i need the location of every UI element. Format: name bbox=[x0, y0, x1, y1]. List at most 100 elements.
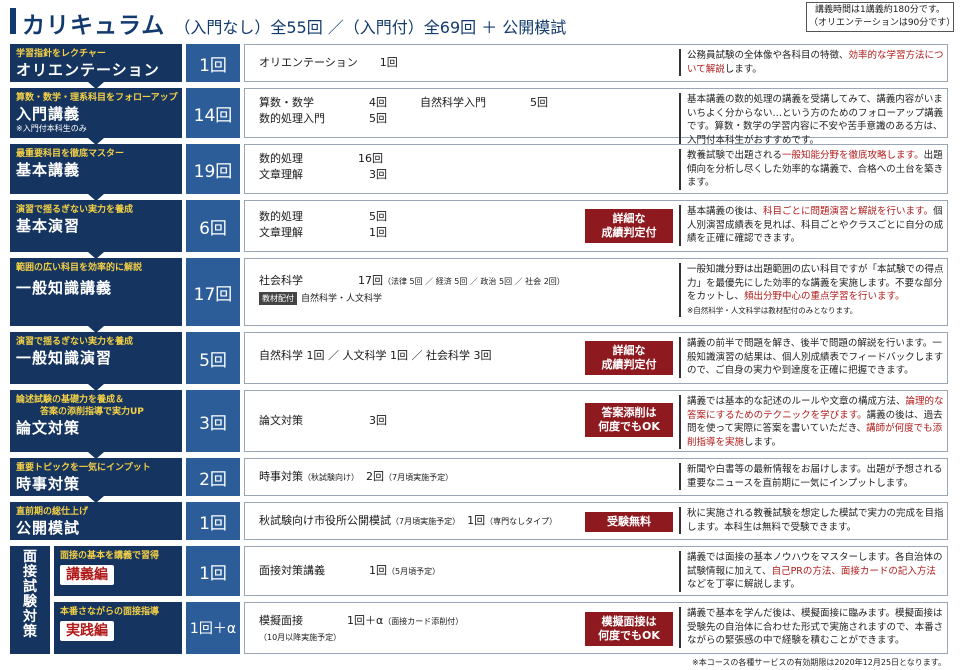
row-main: 基本演習 bbox=[16, 217, 81, 235]
grade-report-badge: 詳細な 成績判定付 bbox=[585, 341, 673, 375]
row-box: オリエンテーション 1回 公務員試験の全体像や各科目の特徴、効率的な学習方法につ… bbox=[244, 44, 948, 82]
hours-line-2: （オリエンテーションは90分です） bbox=[809, 18, 956, 28]
row-sub: 演習で揺るぎない実力を養成 bbox=[16, 205, 134, 215]
row-sub: 本番さながらの面接指導 bbox=[60, 607, 160, 617]
lecture-hours-note: 講義時間は1講義約180分です。 （オリエンテーションは90分です） bbox=[806, 2, 956, 32]
row-pill: 実践編 bbox=[60, 621, 114, 641]
row-box: 社会科学 17回（法律 5回 ／ 経済 5回 ／ 政治 5回 ／ 社会 2回） … bbox=[244, 258, 948, 326]
row-box: 模擬面接 1回＋α（面接カード添削付） （10月以降実施予定） 模擬面接は 何度… bbox=[244, 602, 948, 654]
row-interview-lecture: 面接の基本を講義で習得 講義編 1回 面接対策講義 1回（5月頃予定） 講義では… bbox=[10, 546, 948, 596]
row-box: 秋試験向け市役所公開模試（7月頃実施予定） 1回（専門なしタイプ） 受験無料 秋… bbox=[244, 502, 948, 540]
row-content: 社会科学 17回（法律 5回 ／ 経済 5回 ／ 政治 5回 ／ 社会 2回） … bbox=[259, 274, 565, 305]
row-label: 論述試験の基礎力を養成＆ 答案の添削指導で実力UP 論文対策 bbox=[10, 390, 182, 459]
row-desc: 教養試験で出題される一般知能分野を徹底攻略します。出題傾向を分析し尽くした効率的… bbox=[679, 149, 945, 190]
row-main: オリエンテーション bbox=[16, 61, 160, 79]
row-count: 1回 bbox=[186, 502, 240, 540]
essay-correction-badge: 答案添削は 何度でもOK bbox=[585, 403, 673, 437]
row-count: 6回 bbox=[186, 200, 240, 252]
row-label: 算数・数学・理系科目をフォローアップ 入門講義 ※入門付本科生のみ bbox=[10, 88, 182, 145]
row-interview-practice: 本番さながらの面接指導 実践編 1回＋α 模擬面接 1回＋α（面接カード添削付）… bbox=[10, 602, 948, 654]
row-intro: 算数・数学・理系科目をフォローアップ 入門講義 ※入門付本科生のみ 14回 算数… bbox=[10, 88, 948, 147]
footer-note: ※本コースの各種サービスの有効期限は2020年12月25日となります。 bbox=[692, 658, 946, 667]
row-box: 面接対策講義 1回（5月頃予定） 講義では面接の基本ノウハウをマスターします。各… bbox=[244, 546, 948, 596]
row-content: 模擬面接 1回＋α（面接カード添削付） （10月以降実施予定） bbox=[259, 614, 464, 642]
row-desc: 秋に実施される教養試験を想定した模試で実力の完成を目指します。本科生は無料で受験… bbox=[679, 507, 945, 534]
row-content: 論文対策 3回 bbox=[259, 414, 387, 427]
row-basic-exercise: 演習で揺るぎない実力を養成 基本演習 6回 数的処理 5回 文章理解 1回 詳細な… bbox=[10, 200, 948, 259]
row-desc: 新聞や白書等の最新情報をお届けします。出題が予想される重要なニュースを直前期に一… bbox=[679, 463, 945, 490]
hours-line-1: 講義時間は1講義約180分です。 bbox=[814, 5, 945, 15]
row-sub: 論述試験の基礎力を養成＆ bbox=[16, 395, 125, 405]
row-main: 時事対策 bbox=[16, 475, 81, 493]
row-main: 論文対策 bbox=[16, 419, 81, 437]
row-count: 14回 bbox=[186, 88, 240, 138]
free-exam-badge: 受験無料 bbox=[585, 512, 673, 532]
page-subtitle: （入門なし）全55回 ／（入門付）全69回 ＋ 公開模試 bbox=[174, 18, 567, 37]
row-label: 直前期の総仕上げ 公開模試 bbox=[10, 502, 182, 540]
row-desc: 講義では基本的な記述のルールや文章の構成方法、論理的な答案にするためのテクニック… bbox=[679, 395, 945, 449]
row-box: 数的処理 5回 文章理解 1回 詳細な 成績判定付 基本講義の後は、科目ごとに問題… bbox=[244, 200, 948, 252]
row-sub: 範囲の広い科目を効率的に解説 bbox=[16, 263, 143, 273]
row-content: 秋試験向け市役所公開模試（7月頃実施予定） 1回（専門なしタイプ） bbox=[259, 514, 558, 527]
row-pill: 講義編 bbox=[60, 565, 114, 585]
row-box: 時事対策（秋試験向け） 2回（7月頃実施予定） 新聞や白書等の最新情報をお届けし… bbox=[244, 458, 948, 496]
row-box: 自然科学 1回 ／ 人文科学 1回 ／ 社会科学 3回 詳細な 成績判定付 講義… bbox=[244, 332, 948, 384]
title-accent-bar bbox=[10, 8, 16, 34]
row-content: オリエンテーション 1回 bbox=[259, 56, 398, 69]
row-sub: 演習で揺るぎない実力を養成 bbox=[16, 337, 134, 347]
row-count: 3回 bbox=[186, 390, 240, 452]
row-content: 自然科学 1回 ／ 人文科学 1回 ／ 社会科学 3回 bbox=[259, 349, 492, 362]
row-desc: 基本講義の後は、科目ごとに問題演習と解説を行います。個人別演習成績表を見れば、科… bbox=[679, 205, 945, 246]
row-mock-exam: 直前期の総仕上げ 公開模試 1回 秋試験向け市役所公開模試（7月頃実施予定） 1… bbox=[10, 502, 948, 540]
row-sub: 最重要科目を徹底マスター bbox=[16, 149, 125, 159]
row-main: 入門講義 bbox=[16, 105, 81, 123]
row-content: 数的処理 5回 文章理解 1回 bbox=[259, 210, 387, 239]
row-label: 重要トピックを一気にインプット 時事対策 bbox=[10, 458, 182, 503]
row-count: 19回 bbox=[186, 144, 240, 194]
row-main: 一般知識演習 bbox=[16, 349, 113, 367]
mock-interview-badge: 模擬面接は 何度でもOK bbox=[585, 612, 673, 646]
row-sub: 算数・数学・理系科目をフォローアップ bbox=[16, 93, 178, 103]
row-label: 演習で揺るぎない実力を養成 一般知識演習 bbox=[10, 332, 182, 391]
row-sub: 重要トピックを一気にインプット bbox=[16, 463, 151, 473]
row-general-lecture: 範囲の広い科目を効率的に解説 一般知識講義 17回 社会科学 17回（法律 5回… bbox=[10, 258, 948, 333]
row-label: 面接の基本を講義で習得 講義編 bbox=[54, 546, 182, 596]
row-box: 算数・数学 4回 自然科学入門 5回 数的処理入門 5回 基本講義の数的処理の講義… bbox=[244, 88, 948, 147]
row-count: 5回 bbox=[186, 332, 240, 384]
page-title: カリキュラム （入門なし）全55回 ／（入門付）全69回 ＋ 公開模試 bbox=[22, 13, 567, 39]
row-sub: 面接の基本を講義で習得 bbox=[60, 551, 160, 561]
row-main: 基本講義 bbox=[16, 161, 81, 179]
row-count: 2回 bbox=[186, 458, 240, 496]
row-general-exercise: 演習で揺るぎない実力を養成 一般知識演習 5回 自然科学 1回 ／ 人文科学 1… bbox=[10, 332, 948, 391]
row-main: 一般知識講義 bbox=[16, 279, 113, 297]
row-count: 17回 bbox=[186, 258, 240, 326]
row-content: 面接対策講義 1回（5月頃予定） bbox=[259, 564, 441, 577]
row-desc: 講義では面接の基本ノウハウをマスターします。各自治体の試験情報に加えて、自己PR… bbox=[679, 551, 945, 592]
row-label: 演習で揺るぎない実力を養成 基本演習 bbox=[10, 200, 182, 259]
row-desc: 基本講義の数的処理の講義を受講してみて、講義内容がいまいちよく分からない…という… bbox=[679, 93, 945, 147]
row-content: 算数・数学 4回 自然科学入門 5回 数的処理入門 5回 bbox=[259, 96, 548, 125]
row-desc: 公務員試験の全体像や各科目の特徴、効率的な学習方法について解説します。 bbox=[679, 49, 945, 76]
row-orientation: 学習指針をレクチャー オリエンテーション 1回 オリエンテーション 1回 公務員… bbox=[10, 44, 948, 89]
row-box: 論文対策 3回 答案添削は 何度でもOK 講義では基本的な記述のルールや文章の構… bbox=[244, 390, 948, 452]
row-main: 公開模試 bbox=[16, 519, 81, 537]
row-label: 範囲の広い科目を効率的に解説 一般知識講義 bbox=[10, 258, 182, 333]
row-count: 1回 bbox=[186, 44, 240, 82]
row-count: 1回 bbox=[186, 546, 240, 596]
header: カリキュラム （入門なし）全55回 ／（入門付）全69回 ＋ 公開模試 講義時間… bbox=[0, 0, 960, 42]
row-content: 数的処理 16回 文章理解 3回 bbox=[259, 152, 387, 181]
row-sub: 直前期の総仕上げ bbox=[16, 507, 89, 517]
row-basic-lecture: 最重要科目を徹底マスター 基本講義 19回 数的処理 16回 文章理解 3回 教養… bbox=[10, 144, 948, 201]
row-desc: 講義の前半で問題を解き、後半で問題の解説を行います。一般知識演習の結果は、個人別… bbox=[679, 337, 945, 378]
row-label: 学習指針をレクチャー オリエンテーション bbox=[10, 44, 182, 89]
row-label: 最重要科目を徹底マスター 基本講義 bbox=[10, 144, 182, 201]
row-label: 本番さながらの面接指導 実践編 bbox=[54, 602, 182, 654]
row-current-affairs: 重要トピックを一気にインプット 時事対策 2回 時事対策（秋試験向け） 2回（7… bbox=[10, 458, 948, 503]
row-content: 時事対策（秋試験向け） 2回（7月頃実施予定） bbox=[259, 470, 454, 483]
row-essay: 論述試験の基礎力を養成＆ 答案の添削指導で実力UP 論文対策 3回 論文対策 3… bbox=[10, 390, 948, 459]
row-sub-2: 答案の添削指導で実力UP bbox=[40, 407, 144, 417]
grade-report-badge: 詳細な 成績判定付 bbox=[585, 209, 673, 243]
row-sub: 学習指針をレクチャー bbox=[16, 49, 106, 59]
row-note: ※入門付本科生のみ bbox=[16, 124, 87, 133]
row-box: 数的処理 16回 文章理解 3回 教養試験で出題される一般知能分野を徹底攻略します… bbox=[244, 144, 948, 194]
